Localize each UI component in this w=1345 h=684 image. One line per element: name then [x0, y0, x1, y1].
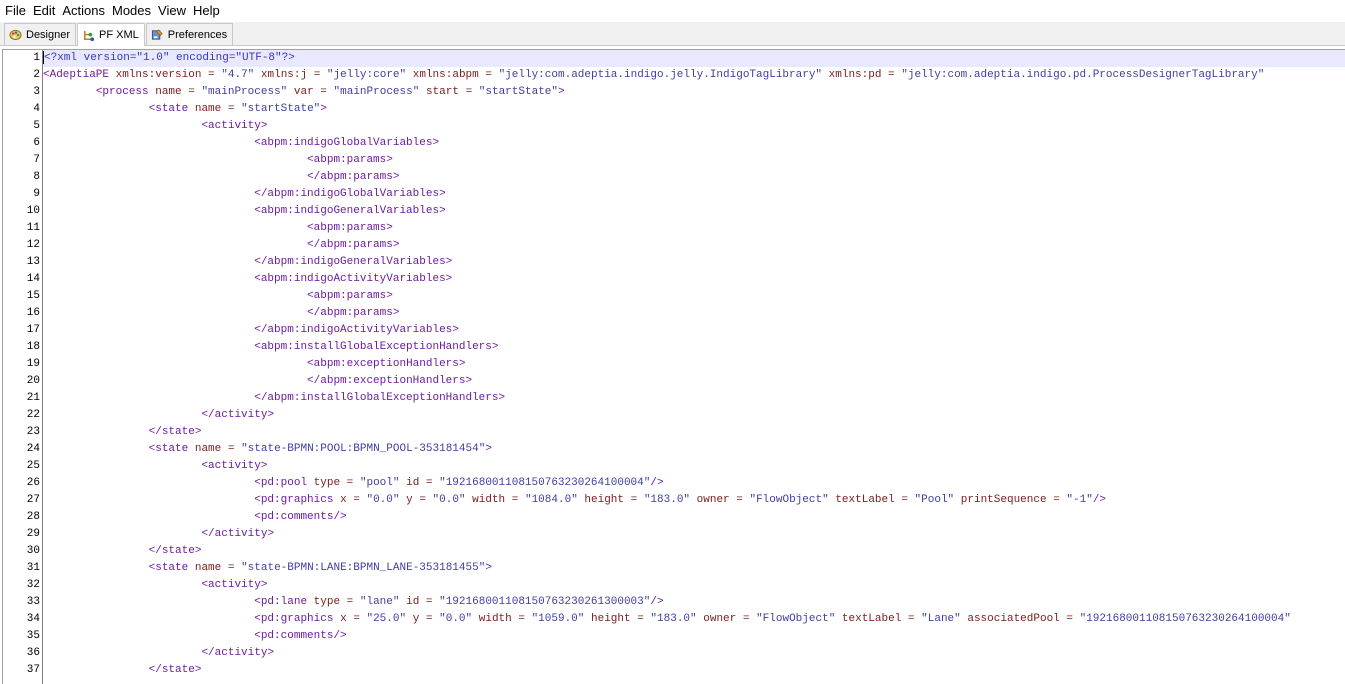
line-number: 4: [33, 103, 40, 115]
line-number: 37: [26, 664, 40, 676]
line-number-gutter: 1 2 3 4 5 6 7 8 9 10 11 12 13 14 15 16 17 18 19 20 21 22 23 24 2…: [3, 50, 43, 684]
tab-label: Preferences: [167, 28, 228, 41]
line-number: 31: [26, 562, 40, 574]
code-line[interactable]: </abpm:indigoGlobalVariables>: [43, 186, 1345, 203]
line-number: 20: [26, 375, 40, 387]
tab-preferences[interactable]: Preferences: [145, 23, 234, 45]
code-line[interactable]: <pd:pool type = "pool" id = "19216800110…: [43, 475, 1345, 492]
code-line[interactable]: <state name = "startState">: [43, 101, 1345, 118]
code-line[interactable]: <pd:graphics x = "0.0" y = "0.0" width =…: [43, 492, 1345, 509]
line-number: 13: [26, 256, 40, 268]
menu-edit[interactable]: Edit: [30, 0, 58, 22]
line-number: 14: [26, 273, 40, 285]
code-line[interactable]: </abpm:indigoGeneralVariables>: [43, 254, 1345, 271]
line-number: 25: [26, 460, 40, 472]
code-line[interactable]: </state>: [43, 543, 1345, 560]
line-number: 22: [26, 409, 40, 421]
designer-palette-icon: [9, 28, 22, 41]
code-line[interactable]: <pd:comments/>: [43, 628, 1345, 645]
tab-bar: Designer PF XML Preferences: [0, 22, 1345, 46]
line-number: 28: [26, 511, 40, 523]
code-line[interactable]: <activity>: [43, 458, 1345, 475]
line-number: 7: [33, 154, 40, 166]
line-number: 6: [33, 137, 40, 149]
code-line[interactable]: <state name = "state-BPMN:LANE:BPMN_LANE…: [43, 560, 1345, 577]
code-line[interactable]: </abpm:params>: [43, 169, 1345, 186]
line-number: 18: [26, 341, 40, 353]
tab-label: Designer: [26, 28, 71, 41]
line-number: 11: [26, 222, 40, 234]
line-number: 35: [26, 630, 40, 642]
menu-view[interactable]: View: [155, 0, 189, 22]
line-number: 5: [33, 120, 40, 132]
code-line[interactable]: <activity>: [43, 577, 1345, 594]
code-line[interactable]: <pd:lane type = "lane" id = "19216800110…: [43, 594, 1345, 611]
code-line[interactable]: <abpm:params>: [43, 288, 1345, 305]
code-line[interactable]: </abpm:installGlobalExceptionHandlers>: [43, 390, 1345, 407]
line-number: 8: [33, 171, 40, 183]
code-line[interactable]: </state>: [43, 662, 1345, 679]
xml-tree-icon: [82, 29, 95, 42]
code-area[interactable]: <?xml version="1.0" encoding="UTF-8"?> <A…: [43, 50, 1345, 684]
preferences-wrench-icon: [151, 28, 164, 41]
code-line[interactable]: <abpm:installGlobalExceptionHandlers>: [43, 339, 1345, 356]
code-line[interactable]: </abpm:params>: [43, 305, 1345, 322]
code-line[interactable]: </activity>: [43, 645, 1345, 662]
line-number: 30: [26, 545, 40, 557]
code-line[interactable]: </abpm:indigoActivityVariables>: [43, 322, 1345, 339]
line-number: 32: [26, 579, 40, 591]
line-number: 24: [26, 443, 40, 455]
code-line[interactable]: <abpm:params>: [43, 152, 1345, 169]
code-line[interactable]: </state>: [43, 424, 1345, 441]
code-line[interactable]: </activity>: [43, 407, 1345, 424]
code-line[interactable]: </activity>: [43, 526, 1345, 543]
menu-bar: File Edit Actions Modes View Help: [0, 0, 1345, 22]
line-number: 26: [26, 477, 40, 489]
line-number: 16: [26, 307, 40, 319]
line-number: 17: [26, 324, 40, 336]
line-number: 3: [33, 86, 40, 98]
code-line[interactable]: </abpm:params>: [43, 237, 1345, 254]
tab-designer[interactable]: Designer: [4, 23, 77, 45]
menu-actions[interactable]: Actions: [59, 0, 108, 22]
code-line[interactable]: </abpm:exceptionHandlers>: [43, 373, 1345, 390]
code-line[interactable]: <pd:comments/>: [43, 509, 1345, 526]
code-line[interactable]: <state name = "state-BPMN:POOL:BPMN_POOL…: [43, 441, 1345, 458]
code-line[interactable]: <abpm:indigoGlobalVariables>: [43, 135, 1345, 152]
line-number: 29: [26, 528, 40, 540]
xml-editor[interactable]: 1 2 3 4 5 6 7 8 9 10 11 12 13 14 15 16 17 18 19 20 21 22 23 24 2…: [2, 49, 1345, 684]
line-number: 21: [26, 392, 40, 404]
code-line[interactable]: <pd:graphics x = "25.0" y = "0.0" width …: [43, 611, 1345, 628]
line-number: 1: [33, 52, 40, 64]
line-number: 23: [26, 426, 40, 438]
line-number: 9: [33, 188, 40, 200]
line-number: 19: [26, 358, 40, 370]
code-line[interactable]: <abpm:exceptionHandlers>: [43, 356, 1345, 373]
line-number: 33: [26, 596, 40, 608]
code-line[interactable]: <?xml version="1.0" encoding="UTF-8"?>: [43, 50, 1345, 67]
code-line[interactable]: <process name = "mainProcess" var = "mai…: [43, 84, 1345, 101]
line-number: 15: [26, 290, 40, 302]
line-number: 12: [26, 239, 40, 251]
menu-file[interactable]: File: [2, 0, 29, 22]
code-line[interactable]: <AdeptiaPE xmlns:version = "4.7" xmlns:j…: [43, 67, 1345, 84]
line-number: 36: [26, 647, 40, 659]
tab-label: PF XML: [99, 29, 139, 41]
code-line[interactable]: <abpm:indigoGeneralVariables>: [43, 203, 1345, 220]
line-number: 27: [26, 494, 40, 506]
tab-pf-xml[interactable]: PF XML: [77, 23, 145, 46]
menu-modes[interactable]: Modes: [109, 0, 154, 22]
code-line[interactable]: <abpm:indigoActivityVariables>: [43, 271, 1345, 288]
code-line[interactable]: <abpm:params>: [43, 220, 1345, 237]
line-number: 10: [26, 205, 40, 217]
line-number: 34: [26, 613, 40, 625]
line-number: 2: [33, 69, 40, 81]
code-line[interactable]: <activity>: [43, 118, 1345, 135]
menu-help[interactable]: Help: [190, 0, 223, 22]
